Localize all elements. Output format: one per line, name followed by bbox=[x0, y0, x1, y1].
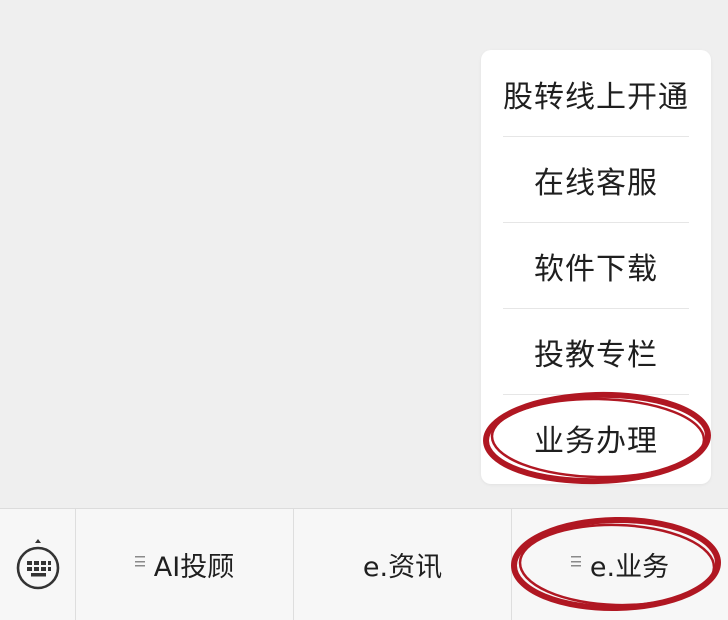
tab-e-news[interactable]: e.资讯 bbox=[293, 509, 511, 620]
keyboard-icon bbox=[16, 538, 59, 589]
submenu-divider bbox=[503, 308, 689, 309]
submenu-item-label: 软件下载 bbox=[534, 252, 658, 287]
tab-label: e.资讯 bbox=[362, 552, 443, 583]
submenu-item-investor-education[interactable]: 投教专栏 bbox=[481, 310, 711, 394]
tab-ai-advisor[interactable]: AI投顾 bbox=[75, 509, 293, 620]
submenu-indicator-icon bbox=[134, 556, 145, 567]
submenu-indicator-icon bbox=[570, 556, 581, 567]
submenu-item-label: 业务办理 bbox=[534, 424, 658, 459]
submenu-item-neeq-online-open[interactable]: 股转线上开通 bbox=[481, 52, 711, 136]
bottom-menu-bar: AI投顾 e.资讯 e.业务 bbox=[0, 508, 728, 620]
tab-label: e.业务 bbox=[589, 552, 670, 583]
submenu-item-online-service[interactable]: 在线客服 bbox=[481, 138, 711, 222]
submenu-item-label: 投教专栏 bbox=[534, 338, 658, 373]
submenu-item-business-handling[interactable]: 业务办理 bbox=[481, 396, 711, 480]
business-submenu: 股转线上开通 在线客服 软件下载 投教专栏 业务办理 bbox=[481, 50, 711, 484]
submenu-divider bbox=[503, 136, 689, 137]
keyboard-switch-button[interactable] bbox=[0, 509, 75, 620]
submenu-divider bbox=[503, 394, 689, 395]
submenu-item-label: 在线客服 bbox=[534, 166, 658, 201]
submenu-item-label: 股转线上开通 bbox=[503, 80, 689, 115]
submenu-divider bbox=[503, 222, 689, 223]
submenu-item-software-download[interactable]: 软件下载 bbox=[481, 224, 711, 308]
tab-e-business[interactable]: e.业务 bbox=[511, 509, 728, 620]
tab-label: AI投顾 bbox=[153, 552, 235, 583]
